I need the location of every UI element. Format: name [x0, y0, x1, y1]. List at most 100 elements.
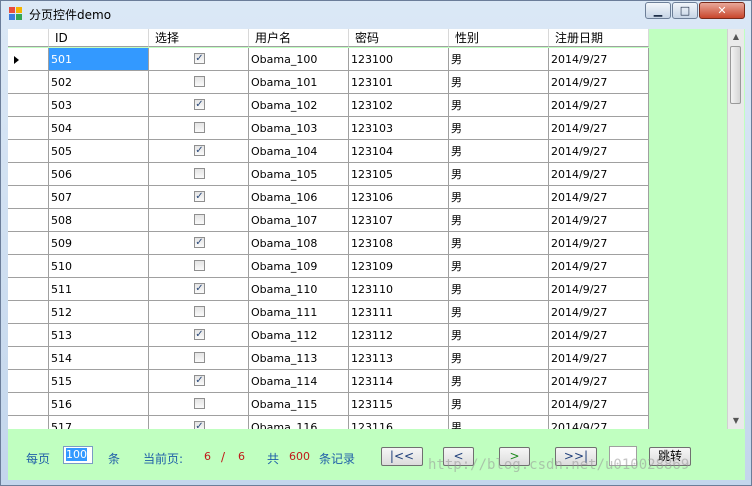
cell-gender[interactable]: 男 [449, 347, 549, 370]
cell-id[interactable]: 502 [49, 71, 149, 94]
cell-select[interactable]: ✓ [149, 324, 249, 347]
select-checkbox[interactable] [194, 352, 205, 363]
maximize-button[interactable]: □ [672, 2, 698, 19]
cell-password[interactable]: 123104 [349, 140, 449, 163]
cell-id[interactable]: 511 [49, 278, 149, 301]
cell-date[interactable]: 2014/9/27 [549, 186, 649, 209]
cell-password[interactable]: 123113 [349, 347, 449, 370]
cell-date[interactable]: 2014/9/27 [549, 278, 649, 301]
row-header[interactable] [8, 347, 49, 370]
cell-date[interactable]: 2014/9/27 [549, 117, 649, 140]
select-checkbox[interactable] [194, 76, 205, 87]
cell-date[interactable]: 2014/9/27 [549, 209, 649, 232]
table-row[interactable]: 502 Obama_101 123101 男 2014/9/27 [8, 71, 649, 94]
cell-id[interactable]: 509 [49, 232, 149, 255]
first-page-button[interactable]: |<< [381, 447, 423, 466]
cell-select[interactable] [149, 163, 249, 186]
cell-date[interactable]: 2014/9/27 [549, 255, 649, 278]
cell-gender[interactable]: 男 [449, 163, 549, 186]
cell-gender[interactable]: 男 [449, 324, 549, 347]
cell-select[interactable]: ✓ [149, 278, 249, 301]
select-checkbox[interactable]: ✓ [194, 145, 205, 156]
cell-date[interactable]: 2014/9/27 [549, 393, 649, 416]
cell-date[interactable]: 2014/9/27 [549, 370, 649, 393]
table-row[interactable]: 516 Obama_115 123115 男 2014/9/27 [8, 393, 649, 416]
column-header-id[interactable]: ID [49, 29, 149, 47]
cell-gender[interactable]: 男 [449, 393, 549, 416]
per-page-input[interactable]: 100 [63, 446, 93, 464]
row-header[interactable] [8, 301, 49, 324]
select-checkbox[interactable] [194, 214, 205, 225]
cell-username[interactable]: Obama_102 [249, 94, 349, 117]
cell-gender[interactable]: 男 [449, 94, 549, 117]
table-row[interactable]: 506 Obama_105 123105 男 2014/9/27 [8, 163, 649, 186]
cell-date[interactable]: 2014/9/27 [549, 48, 649, 71]
cell-password[interactable]: 123112 [349, 324, 449, 347]
cell-password[interactable]: 123115 [349, 393, 449, 416]
cell-date[interactable]: 2014/9/27 [549, 163, 649, 186]
cell-username[interactable]: Obama_104 [249, 140, 349, 163]
cell-gender[interactable]: 男 [449, 278, 549, 301]
row-header[interactable] [8, 71, 49, 94]
scroll-thumb[interactable] [730, 46, 741, 104]
minimize-button[interactable]: ▁ [645, 2, 671, 19]
table-row[interactable]: 509 ✓ Obama_108 123108 男 2014/9/27 [8, 232, 649, 255]
cell-gender[interactable]: 男 [449, 301, 549, 324]
cell-password[interactable]: 123110 [349, 278, 449, 301]
row-header[interactable] [8, 232, 49, 255]
vertical-scrollbar[interactable]: ▲ ▼ [727, 29, 744, 429]
table-row[interactable]: 505 ✓ Obama_104 123104 男 2014/9/27 [8, 140, 649, 163]
column-header-gender[interactable]: 性别 [449, 29, 549, 47]
cell-username[interactable]: Obama_101 [249, 71, 349, 94]
cell-password[interactable]: 123108 [349, 232, 449, 255]
cell-id[interactable]: 505 [49, 140, 149, 163]
cell-password[interactable]: 123107 [349, 209, 449, 232]
table-row[interactable]: 504 Obama_103 123103 男 2014/9/27 [8, 117, 649, 140]
cell-gender[interactable]: 男 [449, 48, 549, 71]
table-row[interactable]: 511 ✓ Obama_110 123110 男 2014/9/27 [8, 278, 649, 301]
cell-password[interactable]: 123105 [349, 163, 449, 186]
cell-date[interactable]: 2014/9/27 [549, 232, 649, 255]
select-checkbox[interactable]: ✓ [194, 191, 205, 202]
cell-username[interactable]: Obama_111 [249, 301, 349, 324]
table-row[interactable]: 512 Obama_111 123111 男 2014/9/27 [8, 301, 649, 324]
cell-select[interactable]: ✓ [149, 232, 249, 255]
select-checkbox[interactable] [194, 398, 205, 409]
cell-password[interactable]: 123102 [349, 94, 449, 117]
close-button[interactable]: ✕ [699, 2, 745, 19]
cell-password[interactable]: 123111 [349, 301, 449, 324]
cell-password[interactable]: 123106 [349, 186, 449, 209]
cell-password[interactable]: 123114 [349, 370, 449, 393]
cell-username[interactable]: Obama_105 [249, 163, 349, 186]
row-header[interactable] [8, 324, 49, 347]
cell-select[interactable]: ✓ [149, 370, 249, 393]
select-checkbox[interactable]: ✓ [194, 237, 205, 248]
cell-date[interactable]: 2014/9/27 [549, 94, 649, 117]
cell-username[interactable]: Obama_114 [249, 370, 349, 393]
select-checkbox[interactable]: ✓ [194, 329, 205, 340]
column-header-date[interactable]: 注册日期 [549, 29, 649, 47]
cell-id[interactable]: 503 [49, 94, 149, 117]
table-row[interactable]: 507 ✓ Obama_106 123106 男 2014/9/27 [8, 186, 649, 209]
cell-id[interactable]: 507 [49, 186, 149, 209]
cell-username[interactable]: Obama_100 [249, 48, 349, 71]
cell-password[interactable]: 123109 [349, 255, 449, 278]
cell-date[interactable]: 2014/9/27 [549, 140, 649, 163]
table-row[interactable]: 508 Obama_107 123107 男 2014/9/27 [8, 209, 649, 232]
header-corner[interactable] [8, 29, 49, 47]
cell-gender[interactable]: 男 [449, 186, 549, 209]
cell-select[interactable] [149, 209, 249, 232]
cell-username[interactable]: Obama_108 [249, 232, 349, 255]
cell-date[interactable]: 2014/9/27 [549, 324, 649, 347]
scroll-up-icon[interactable]: ▲ [728, 29, 744, 45]
column-header-password[interactable]: 密码 [349, 29, 449, 47]
cell-gender[interactable]: 男 [449, 71, 549, 94]
table-row[interactable]: 515 ✓ Obama_114 123114 男 2014/9/27 [8, 370, 649, 393]
cell-gender[interactable]: 男 [449, 370, 549, 393]
select-checkbox[interactable]: ✓ [194, 375, 205, 386]
cell-id[interactable]: 501 [49, 48, 149, 71]
cell-select[interactable]: ✓ [149, 94, 249, 117]
cell-date[interactable]: 2014/9/27 [549, 301, 649, 324]
cell-select[interactable]: ✓ [149, 186, 249, 209]
cell-id[interactable]: 515 [49, 370, 149, 393]
